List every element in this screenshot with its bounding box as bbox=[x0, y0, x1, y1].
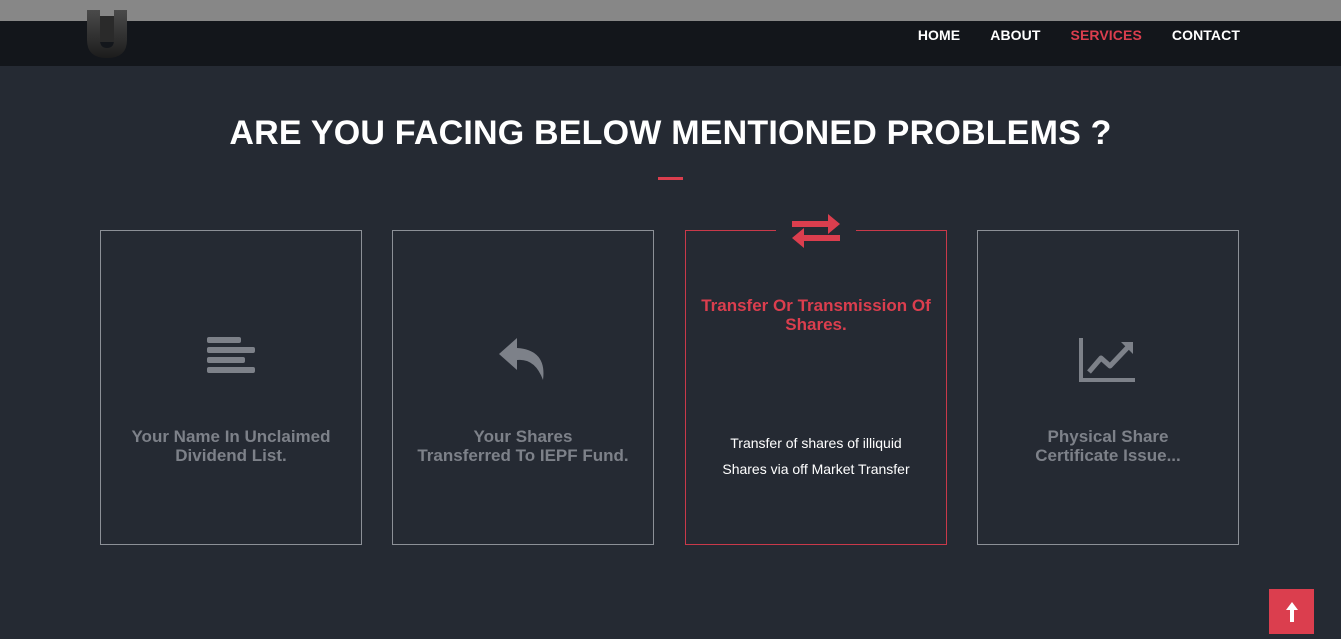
problem-card-iepf-fund[interactable]: Your Shares Transferred To IEPF Fund. bbox=[392, 230, 654, 545]
card-title: Transfer Or Transmission Of Shares. bbox=[692, 296, 940, 334]
line-chart-icon bbox=[978, 336, 1238, 386]
problem-card-transfer-shares[interactable]: Transfer Or Transmission Of Shares. Tran… bbox=[685, 213, 947, 545]
reply-icon bbox=[393, 336, 653, 386]
card-label-line: Physical Share bbox=[1047, 427, 1169, 446]
problem-card-unclaimed-dividend[interactable]: Your Name In Unclaimed Dividend List. bbox=[100, 230, 362, 545]
nav-about-link[interactable]: ABOUT bbox=[990, 27, 1040, 43]
card-label-line: Your Shares bbox=[473, 427, 573, 446]
align-left-icon bbox=[101, 336, 361, 386]
card-label-line: Certificate Issue... bbox=[1035, 446, 1181, 465]
problem-card-physical-certificate[interactable]: Physical Share Certificate Issue... bbox=[977, 230, 1239, 545]
card-title-line: Transfer Or Transmission Of bbox=[701, 296, 931, 315]
card-title-line: Shares. bbox=[785, 315, 847, 334]
main-nav: HOME ABOUT SERVICES CONTACT bbox=[888, 27, 1240, 43]
nav-contact-link[interactable]: CONTACT bbox=[1172, 27, 1240, 43]
nav-services-link[interactable]: SERVICES bbox=[1071, 27, 1142, 43]
card-label: Your Shares Transferred To IEPF Fund. bbox=[403, 427, 643, 465]
card-label-line: Dividend List. bbox=[175, 446, 287, 465]
card-description: Transfer of shares of illiquid Shares vi… bbox=[692, 430, 940, 482]
card-label-line: Transferred To IEPF Fund. bbox=[417, 446, 629, 465]
section-heading: ARE YOU FACING BELOW MENTIONED PROBLEMS … bbox=[229, 114, 1112, 152]
exchange-arrows-icon bbox=[776, 213, 856, 249]
nav-home-link[interactable]: HOME bbox=[918, 27, 960, 43]
card-label: Physical Share Certificate Issue... bbox=[988, 427, 1228, 465]
card-label: Your Name In Unclaimed Dividend List. bbox=[111, 427, 351, 465]
card-label-line: Your Name In Unclaimed bbox=[131, 427, 331, 446]
browser-top-strip bbox=[0, 0, 1341, 21]
card-description-line: Transfer of shares of illiquid bbox=[730, 435, 902, 451]
logo-icon[interactable] bbox=[84, 10, 130, 58]
arrow-up-icon bbox=[1285, 601, 1298, 622]
scroll-to-top-button[interactable] bbox=[1269, 589, 1314, 634]
card-description-line: Shares via off Market Transfer bbox=[722, 461, 910, 477]
navbar: HOME ABOUT SERVICES CONTACT bbox=[0, 10, 1341, 66]
heading-underline bbox=[658, 177, 683, 180]
